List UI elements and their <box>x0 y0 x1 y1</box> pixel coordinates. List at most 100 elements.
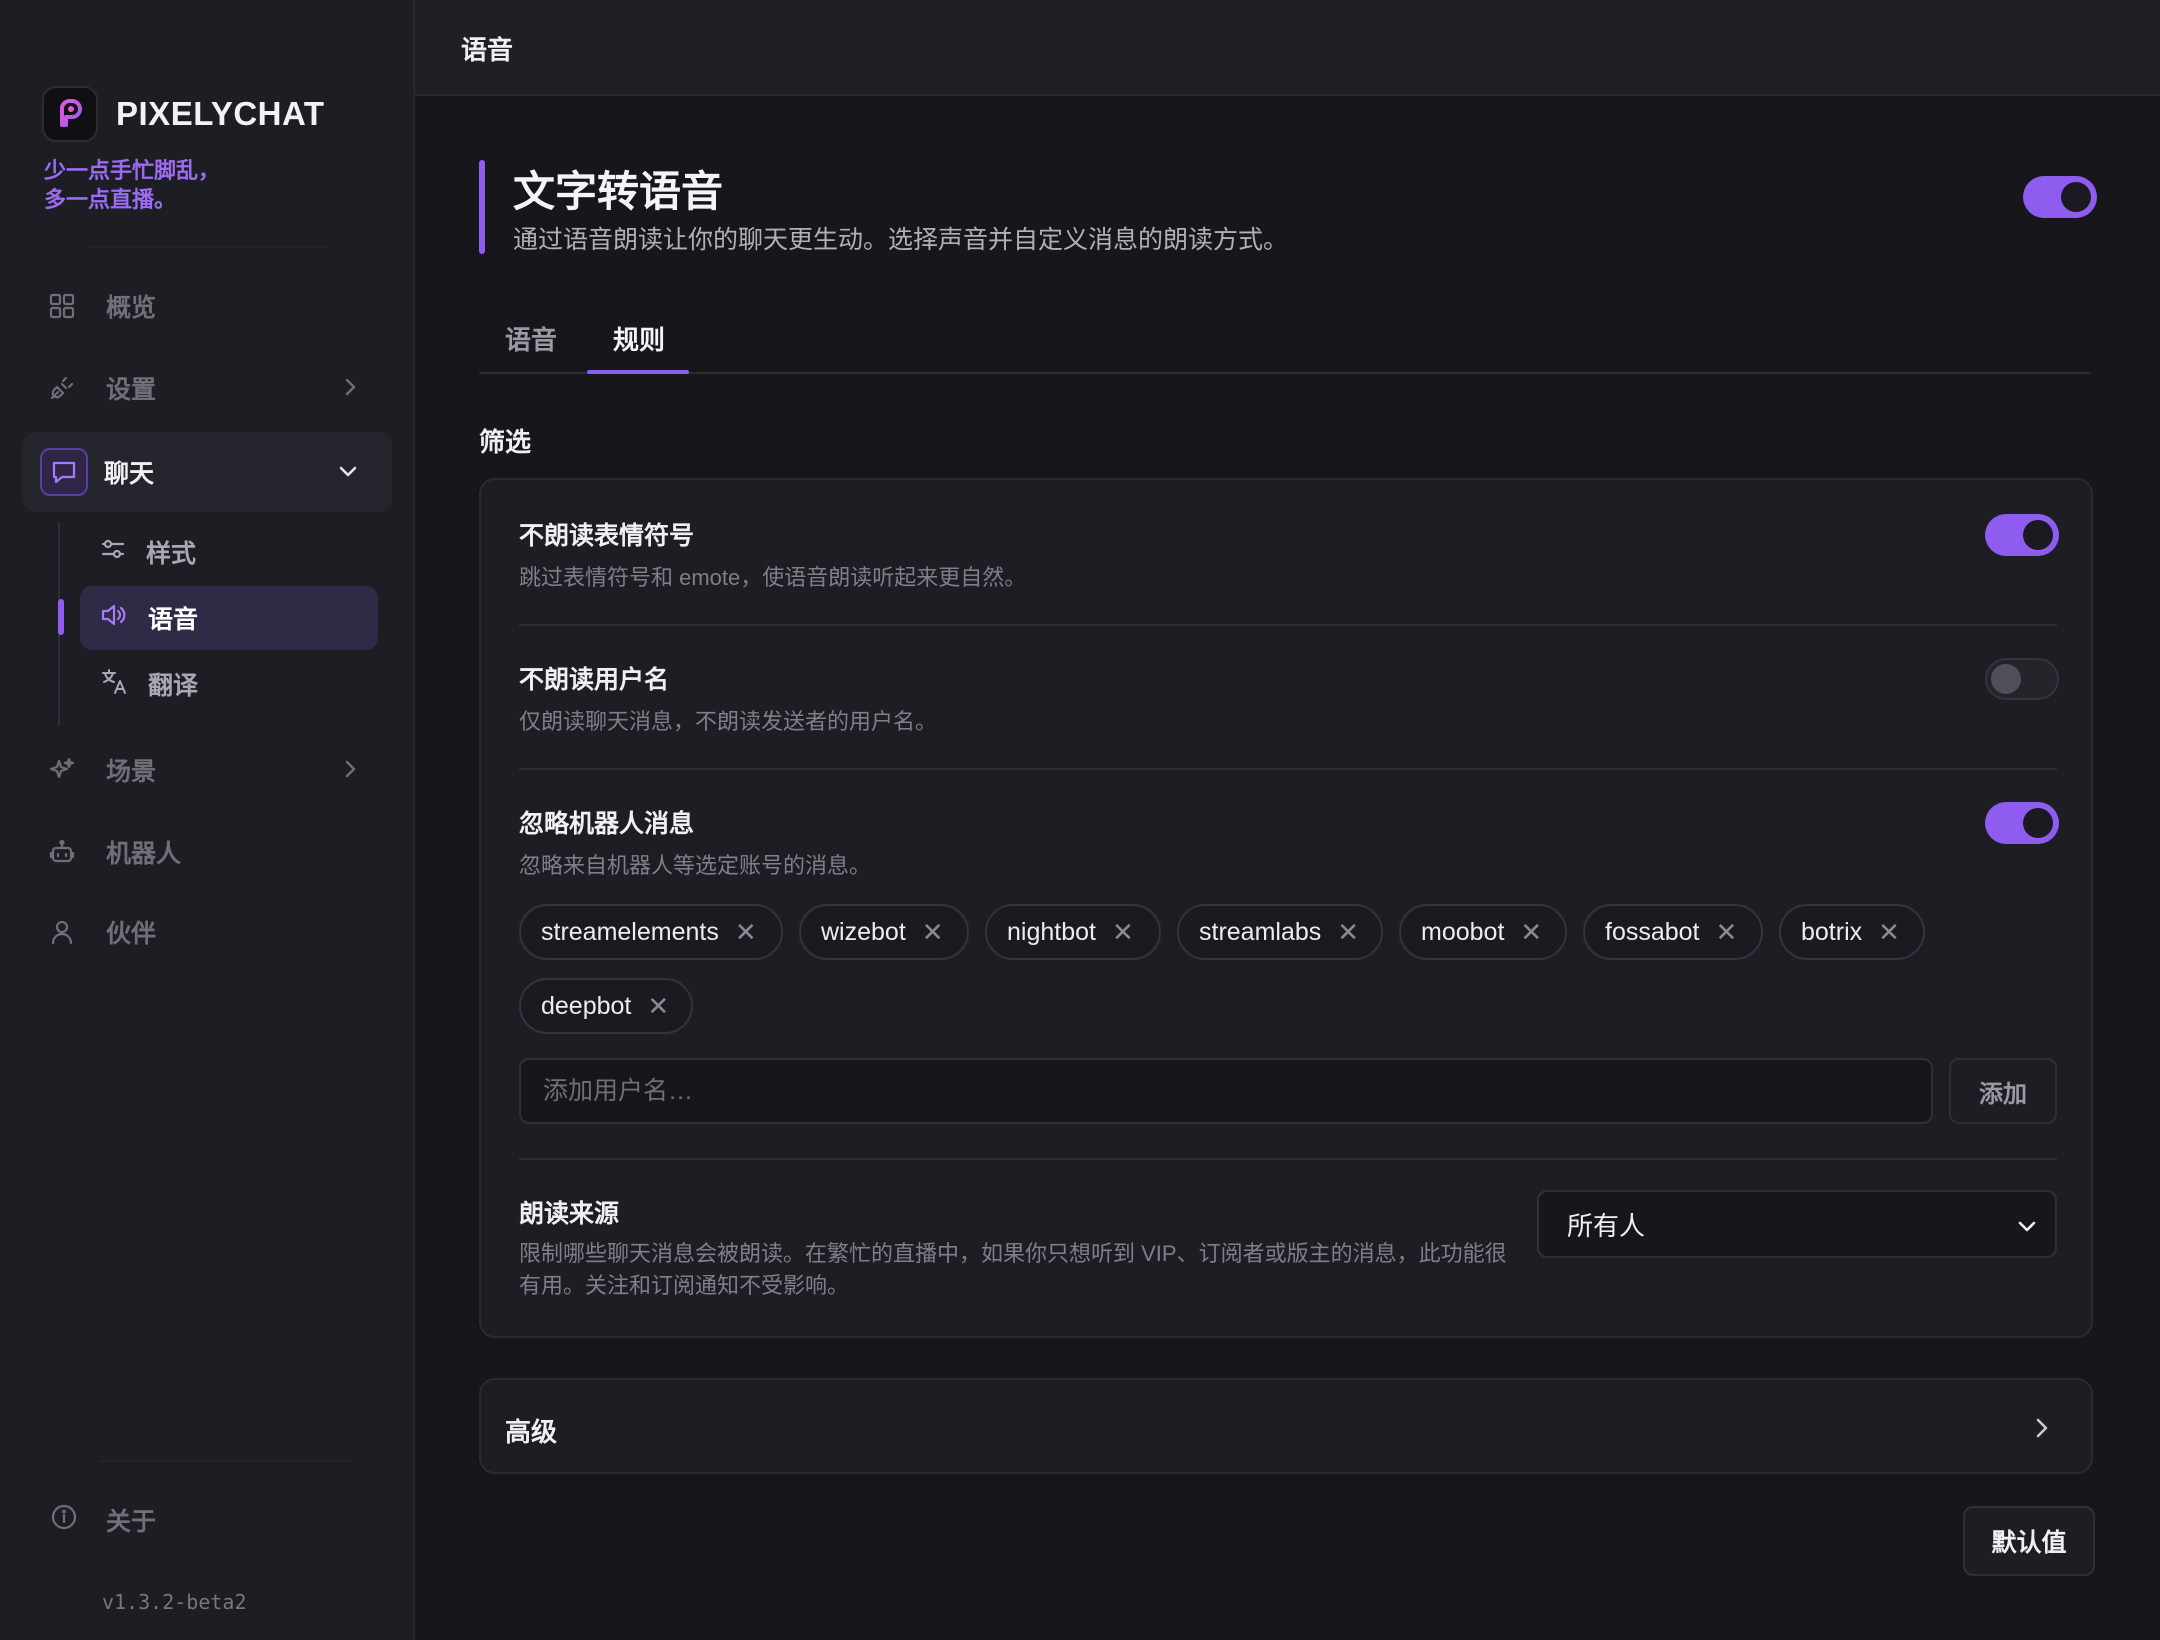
row-title: 不朗读用户名 <box>519 666 670 694</box>
sidebar-item-settings[interactable]: 设置 <box>22 348 392 428</box>
sidebar-item-label: 关于 <box>106 1508 157 1536</box>
add-username-input[interactable] <box>519 1058 1933 1124</box>
user-icon <box>48 918 76 946</box>
close-icon[interactable]: ✕ <box>647 991 669 1022</box>
sidebar-item-label: 场景 <box>106 758 157 786</box>
page-title: 文字转语音 <box>513 168 724 215</box>
sidebar-item-scenes[interactable]: 场景 <box>22 730 392 810</box>
row-description: 限制哪些聊天消息会被朗读。在繁忙的直播中，如果你只想听到 VIP、订阅者或版主的… <box>519 1241 1507 1298</box>
row-description: 仅朗读聊天消息，不朗读发送者的用户名。 <box>519 709 938 734</box>
toggle-knob <box>2023 520 2053 550</box>
plug-icon <box>48 374 76 402</box>
close-icon[interactable]: ✕ <box>1337 917 1359 948</box>
ignored-user-chip: moobot ✕ <box>1399 904 1567 960</box>
info-icon <box>50 1503 78 1538</box>
close-icon[interactable]: ✕ <box>1716 917 1738 948</box>
grid-icon <box>48 292 76 320</box>
sliders-icon <box>100 536 126 569</box>
ignored-user-chip: deepbot ✕ <box>519 978 693 1034</box>
ignored-user-chip: nightbot ✕ <box>985 904 1161 960</box>
speaker-icon <box>100 602 128 635</box>
tab-voice[interactable]: 语音 <box>505 316 557 374</box>
close-icon[interactable]: ✕ <box>922 917 944 948</box>
row-title: 朗读来源 <box>519 1200 620 1228</box>
skip-emotes-toggle[interactable] <box>1985 514 2059 556</box>
sidebar-subitem-style[interactable]: 样式 <box>80 520 378 584</box>
ignored-user-chip: wizebot ✕ <box>799 904 969 960</box>
chip-label: streamlabs <box>1199 917 1322 946</box>
sidebar-item-label: 设置 <box>106 376 157 404</box>
main-content: 文字转语音 通过语音朗读让你的聊天更生动。选择声音并自定义消息的朗读方式。 语音… <box>415 96 2160 1640</box>
close-icon[interactable]: ✕ <box>1878 917 1900 948</box>
ignore-bots-toggle[interactable] <box>1985 802 2059 844</box>
chip-label: nightbot <box>1007 917 1096 946</box>
filter-card: 不朗读表情符号 跳过表情符号和 emote，使语音朗读听起来更自然。 不朗读用户… <box>479 478 2093 1338</box>
tab-rules[interactable]: 规则 <box>613 316 665 374</box>
chevron-down-icon <box>336 459 360 490</box>
robot-icon <box>48 838 76 866</box>
read-source-select[interactable]: 所有人 <box>1537 1190 2057 1258</box>
row-title: 不朗读表情符号 <box>519 522 695 550</box>
row-divider <box>519 1158 2057 1160</box>
close-icon[interactable]: ✕ <box>735 917 757 948</box>
subnav-active-indicator <box>58 599 64 635</box>
row-title: 忽略机器人消息 <box>519 810 695 838</box>
chip-label: fossabot <box>1605 917 1700 946</box>
brand[interactable]: PIXELYCHAT <box>42 86 325 142</box>
close-icon[interactable]: ✕ <box>1520 917 1542 948</box>
ignored-user-chip: streamelements ✕ <box>519 904 783 960</box>
chip-label: botrix <box>1801 917 1863 946</box>
translate-icon <box>100 667 128 702</box>
sparkle-icon <box>48 756 76 784</box>
tab-bar: 语音 规则 <box>479 316 2091 374</box>
select-value: 所有人 <box>1567 1210 1646 1241</box>
app-version: v1.3.2-beta2 <box>102 1590 247 1614</box>
tagline-line: 少一点手忙脚乱， <box>44 158 221 183</box>
section-title-filter: 筛选 <box>479 427 532 457</box>
page-breadcrumb: 语音 <box>461 35 514 65</box>
sidebar-item-overview[interactable]: 概览 <box>22 266 392 346</box>
header-accent-bar <box>479 160 485 254</box>
chat-bubble-icon <box>40 448 88 496</box>
ignored-user-chip: streamlabs ✕ <box>1177 904 1383 960</box>
sidebar-subitem-voice[interactable]: 语音 <box>80 586 378 650</box>
row-divider <box>519 768 2057 770</box>
tab-active-indicator <box>587 370 689 374</box>
chip-label: wizebot <box>821 917 906 946</box>
tagline: 少一点手忙脚乱， 多一点直播。 <box>44 156 220 214</box>
sidebar-item-partners[interactable]: 伙伴 <box>22 892 392 972</box>
sidebar-item-label: 伙伴 <box>106 920 157 948</box>
add-username-button[interactable]: 添加 <box>1949 1058 2057 1124</box>
sidebar: PIXELYCHAT 少一点手忙脚乱， 多一点直播。 概览 设置 聊天 样式 语… <box>0 0 415 1640</box>
tagline-line: 多一点直播。 <box>44 187 177 212</box>
skip-usernames-toggle[interactable] <box>1985 658 2059 700</box>
chip-label: moobot <box>1421 917 1505 946</box>
tts-enable-toggle[interactable] <box>2023 176 2097 218</box>
chevron-right-icon <box>340 757 360 788</box>
advanced-label: 高级 <box>505 1417 558 1447</box>
page-description: 通过语音朗读让你的聊天更生动。选择声音并自定义消息的朗读方式。 <box>513 226 1289 254</box>
toggle-knob <box>2061 182 2091 212</box>
chip-label: deepbot <box>541 991 632 1020</box>
chevron-right-icon <box>2031 1414 2053 1447</box>
advanced-section[interactable]: 高级 <box>479 1378 2093 1474</box>
topbar: 语音 <box>415 0 2160 96</box>
app-name: PIXELYCHAT <box>116 95 325 132</box>
sidebar-subitem-label: 样式 <box>146 540 197 568</box>
ignored-user-chip: fossabot ✕ <box>1583 904 1763 960</box>
sidebar-item-label: 概览 <box>106 294 157 322</box>
toggle-knob <box>1991 664 2021 694</box>
sidebar-item-about[interactable]: 关于 <box>50 1502 156 1538</box>
sidebar-item-bots[interactable]: 机器人 <box>22 812 392 892</box>
sidebar-divider <box>100 1460 350 1462</box>
sidebar-subitem-label: 翻译 <box>148 672 199 700</box>
sidebar-item-label: 聊天 <box>104 460 155 488</box>
close-icon[interactable]: ✕ <box>1112 917 1134 948</box>
chip-label: streamelements <box>541 917 719 946</box>
sidebar-item-chat[interactable]: 聊天 <box>22 432 392 512</box>
sidebar-subitem-translate[interactable]: 翻译 <box>80 652 378 716</box>
reset-defaults-button[interactable]: 默认值 <box>1963 1506 2095 1576</box>
row-divider <box>519 624 2057 626</box>
ignored-user-chip: botrix ✕ <box>1779 904 1925 960</box>
chevron-right-icon <box>340 375 360 406</box>
